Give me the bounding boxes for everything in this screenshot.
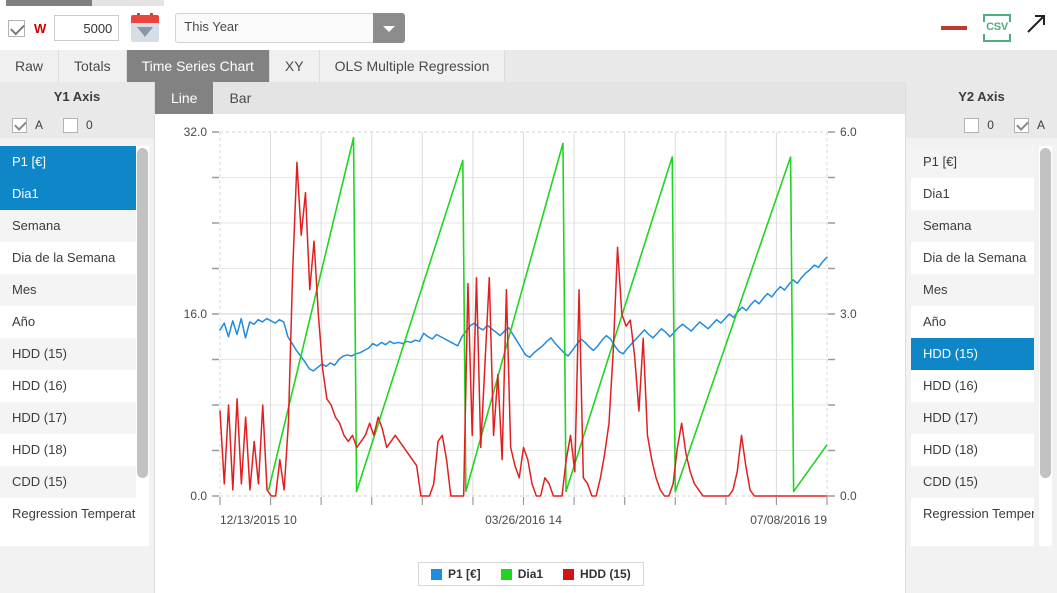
y1-checkbox-zero-label: 0	[86, 118, 93, 132]
legend-item-hdd15: HDD (15)	[563, 567, 631, 581]
main-tab-bar: Raw Totals Time Series Chart XY OLS Mult…	[0, 50, 1057, 82]
svg-text:16.0: 16.0	[184, 307, 208, 321]
plot-area: 32.0 16.0 0.0 6.0 3.0 0.0 12/13/2015 10 03/26/2…	[155, 114, 905, 554]
svg-text:07/08/2016 19: 07/08/2016 19	[750, 513, 827, 527]
y1-list-item-mes[interactable]: Mes	[0, 274, 136, 306]
chevron-down-icon[interactable]	[373, 13, 406, 43]
tab-raw[interactable]: Raw	[0, 50, 60, 82]
time-series-plot: 32.0 16.0 0.0 6.0 3.0 0.0 12/13/2015 10 03/26/2…	[184, 125, 857, 527]
y1-list-scrollbar[interactable]	[136, 146, 149, 546]
app-root: W This Year CSV	[0, 0, 1057, 593]
csv-export-icon[interactable]: CSV	[980, 14, 1014, 42]
svg-text:0.0: 0.0	[190, 489, 207, 503]
tab-time-series-chart[interactable]: Time Series Chart	[126, 50, 270, 82]
y2-list-item-cdd-15[interactable]: CDD (15)	[911, 466, 1034, 498]
calendar-header	[131, 15, 160, 23]
svg-text:12/13/2015 10: 12/13/2015 10	[220, 513, 297, 527]
y2-list-item-p1[interactable]: P1 [€]	[911, 146, 1034, 178]
svg-text:3.0: 3.0	[840, 307, 857, 321]
calendar-icon[interactable]	[131, 13, 160, 43]
y1-list-item-hdd-17[interactable]: HDD (17)	[0, 402, 136, 434]
watt-unit-label: W	[34, 20, 47, 36]
toolbar: W This Year CSV	[0, 6, 1057, 50]
y2-axis-panel: Y2 Axis 0 A P1 [€] Dia1 Semana Dia de la…	[905, 82, 1057, 593]
svg-text:03/26/2016 14: 03/26/2016 14	[485, 513, 562, 527]
legend-label-dia1: Dia1	[517, 567, 544, 581]
y2-list-wrapper: P1 [€] Dia1 Semana Dia de la Semana Mes …	[906, 146, 1057, 546]
toolbar-left-group: W This Year	[8, 6, 406, 50]
y1-list-item-semana[interactable]: Semana	[0, 210, 136, 242]
threshold-checkbox[interactable]	[8, 19, 25, 37]
y1-list-item-hdd-15[interactable]: HDD (15)	[0, 338, 136, 370]
legend-label-hdd15: HDD (15)	[580, 567, 631, 581]
y1-list-item-dia1[interactable]: Dia1	[0, 178, 136, 210]
tab-xy[interactable]: XY	[269, 50, 320, 82]
y2-list-item-dia1[interactable]: Dia1	[911, 178, 1034, 210]
y1-checkbox-a-label: A	[35, 118, 44, 132]
y1-field-list[interactable]: P1 [€] Dia1 Semana Dia de la Semana Mes …	[0, 146, 136, 546]
minus-icon[interactable]	[941, 26, 967, 30]
y2-list-item-mes[interactable]: Mes	[911, 274, 1034, 306]
legend-item-p1: P1 [€]	[431, 567, 481, 581]
legend-swatch-p1	[431, 568, 442, 580]
y2-scrollbar-thumb[interactable]	[1040, 148, 1051, 478]
y1-list-item-hdd-18[interactable]: HDD (18)	[0, 434, 136, 466]
y2-axis-options: 0 A	[906, 112, 1057, 138]
y1-list-item-cdd-15[interactable]: CDD (15)	[0, 466, 136, 498]
tab-ols-multiple-regression[interactable]: OLS Multiple Regression	[319, 50, 506, 82]
threshold-input[interactable]	[54, 15, 120, 41]
tab-totals[interactable]: Totals	[59, 50, 127, 82]
calendar-arrow	[137, 27, 154, 37]
y2-list-item-hdd-15[interactable]: HDD (15)	[911, 338, 1034, 370]
chart-type-tab-bar: Line Bar	[155, 82, 905, 114]
legend-item-dia1: Dia1	[500, 567, 544, 581]
y2-axis-title: Y2 Axis	[906, 82, 1057, 112]
chart-panel: Line Bar 32.0 16.0 0.0 6.0 3.0 0.0 12/13/2015 …	[155, 82, 905, 593]
y2-checkbox-a-label: A	[1036, 118, 1045, 132]
y2-list-item-ano[interactable]: Año	[911, 306, 1034, 338]
period-select-value: This Year	[184, 19, 239, 34]
legend-label-p1: P1 [€]	[448, 567, 481, 581]
period-select[interactable]: This Year	[175, 13, 406, 43]
y2-checkbox-zero[interactable]	[964, 117, 980, 133]
y2-list-item-semana[interactable]: Semana	[911, 210, 1034, 242]
y1-list-item-hdd-16[interactable]: HDD (16)	[0, 370, 136, 402]
legend-swatch-hdd15	[563, 568, 575, 580]
y2-field-list[interactable]: P1 [€] Dia1 Semana Dia de la Semana Mes …	[911, 146, 1034, 546]
y1-scrollbar-thumb[interactable]	[137, 148, 148, 478]
y2-list-scrollbar[interactable]	[1039, 146, 1052, 546]
csv-label: CSV	[986, 21, 1008, 33]
chart-legend: P1 [€] Dia1 HDD (15)	[418, 562, 644, 586]
y1-list-item-regression-temperature[interactable]: Regression Temperature	[0, 498, 136, 530]
y1-list-item-p1[interactable]: P1 [€]	[0, 146, 136, 178]
y2-list-item-hdd-17[interactable]: HDD (17)	[911, 402, 1034, 434]
y2-list-item-hdd-16[interactable]: HDD (16)	[911, 370, 1034, 402]
y2-list-item-hdd-18[interactable]: HDD (18)	[911, 434, 1034, 466]
y1-axis-panel: Y1 Axis A 0 P1 [€] Dia1 Semana Dia de la…	[0, 82, 155, 593]
svg-text:6.0: 6.0	[840, 125, 857, 139]
expand-arrow-icon[interactable]	[1025, 13, 1047, 35]
tab-line-chart[interactable]: Line	[155, 82, 214, 114]
svg-text:32.0: 32.0	[184, 125, 208, 139]
tab-bar-chart[interactable]: Bar	[213, 82, 267, 114]
y1-axis-title: Y1 Axis	[0, 82, 154, 112]
y2-checkbox-zero-label: 0	[987, 118, 994, 132]
y1-checkbox-a[interactable]	[12, 117, 27, 133]
y1-axis-options: A 0	[0, 112, 154, 138]
y1-checkbox-zero[interactable]	[63, 117, 79, 133]
y1-list-item-dia-de-la-semana[interactable]: Dia de la Semana	[0, 242, 136, 274]
y2-list-item-dia-de-la-semana[interactable]: Dia de la Semana	[911, 242, 1034, 274]
y2-list-item-regression-temperature[interactable]: Regression Temperature	[911, 498, 1034, 530]
toolbar-right-group: CSV	[941, 6, 1047, 50]
legend-swatch-dia1	[500, 568, 512, 580]
y1-list-wrapper: P1 [€] Dia1 Semana Dia de la Semana Mes …	[0, 146, 154, 546]
svg-text:0.0: 0.0	[840, 489, 857, 503]
y2-checkbox-a[interactable]	[1013, 117, 1029, 133]
y1-list-item-ano[interactable]: Año	[0, 306, 136, 338]
